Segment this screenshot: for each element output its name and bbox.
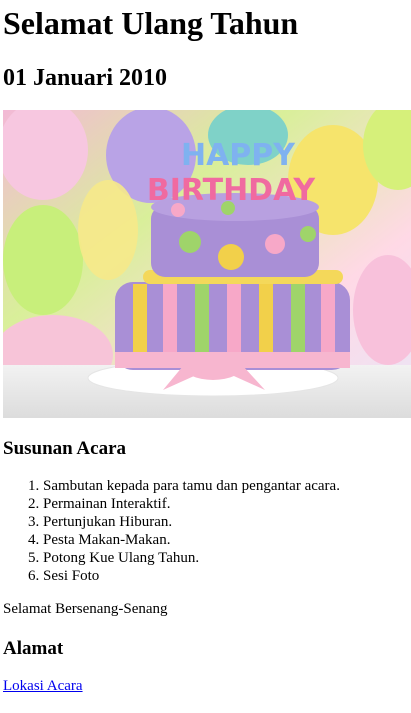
- list-item: Permainan Interaktif.: [43, 495, 408, 513]
- greeting-text: Selamat Bersenang-Senang: [3, 601, 168, 617]
- address-heading: Alamat: [3, 638, 64, 659]
- topper-line2: BIRTHDAY: [147, 173, 317, 208]
- topper-line1: HAPPY: [181, 138, 296, 173]
- agenda-heading: Susunan Acara: [3, 438, 127, 459]
- list-item: Potong Kue Ulang Tahun.: [43, 549, 408, 567]
- location-paragraph: Lokasi Acara: [3, 677, 408, 695]
- page-title: Selamat Ulang Tahun: [3, 5, 299, 41]
- list-item: Sesi Foto: [43, 567, 408, 585]
- list-item: Sambutan kepada para tamu dan pengantar …: [43, 477, 408, 495]
- page: Selamat Ulang Tahun 01 Januari 2010 HAPP…: [0, 0, 411, 695]
- agenda-list: Sambutan kepada para tamu dan pengantar …: [3, 477, 408, 585]
- list-item: Pertunjukan Hiburan.: [43, 513, 408, 531]
- location-link[interactable]: Lokasi Acara: [3, 678, 83, 694]
- list-item: Pesta Makan-Makan.: [43, 531, 408, 549]
- birthday-cake-image: HAPPY BIRTHDAY: [3, 110, 411, 418]
- event-date: 01 Januari 2010: [3, 65, 168, 91]
